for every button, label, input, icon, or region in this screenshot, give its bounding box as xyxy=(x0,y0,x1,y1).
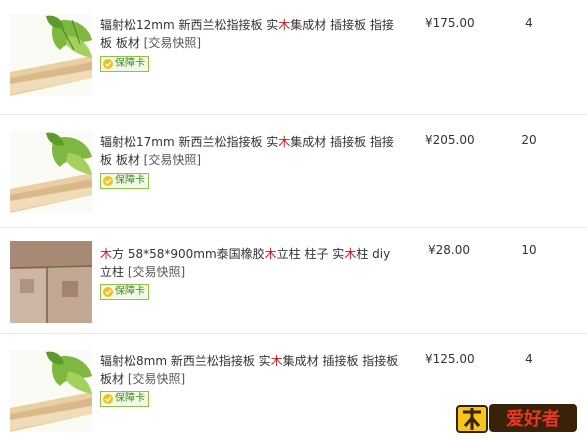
order-item-row: 辐射松12mm 新西兰松指接板 实木集成材 插接板 指接板 板材 [交易快照] … xyxy=(0,0,587,112)
row-divider xyxy=(0,114,587,115)
order-item-row: 木方 58*58*900mm泰国橡胶木立柱 柱子 实木柱 diy 立柱 [交易快… xyxy=(0,229,587,333)
guarantee-icon xyxy=(103,287,113,297)
trade-snapshot-link[interactable]: [交易快照] xyxy=(144,153,201,167)
quantity: 4 xyxy=(525,16,533,30)
product-title[interactable]: 辐射松8mm 新西兰松指接板 实木集成材 插接板 指接板 板材 [交易快照] xyxy=(100,352,400,388)
product-image-pine-board[interactable] xyxy=(10,131,92,213)
unit-price: ¥205.00 xyxy=(425,133,475,147)
guarantee-icon xyxy=(103,59,113,69)
badge-label: 保障卡 xyxy=(115,58,145,69)
badge-label: 保障卡 xyxy=(115,175,145,186)
quantity: 20 xyxy=(521,133,537,147)
guarantee-icon xyxy=(103,176,113,186)
guarantee-card-badge[interactable]: 保障卡 xyxy=(100,173,149,189)
product-image-pine-board[interactable] xyxy=(10,350,92,432)
badge-label: 保障卡 xyxy=(115,286,145,297)
guarantee-card-badge[interactable]: 保障卡 xyxy=(100,284,149,300)
trade-snapshot-link[interactable]: [交易快照] xyxy=(128,265,185,279)
guarantee-card-badge[interactable]: 保障卡 xyxy=(100,391,149,407)
unit-price: ¥28.00 xyxy=(428,243,470,257)
row-divider xyxy=(0,333,587,334)
product-title[interactable]: 木方 58*58*900mm泰国橡胶木立柱 柱子 实木柱 diy 立柱 [交易快… xyxy=(100,245,400,281)
product-image-rubberwood-posts[interactable] xyxy=(10,241,92,323)
trade-snapshot-link[interactable]: [交易快照] xyxy=(128,372,185,386)
svg-text:爱好者: 爱好者 xyxy=(506,408,560,430)
quantity: 10 xyxy=(521,243,537,257)
product-image-pine-board[interactable] xyxy=(10,14,92,96)
order-item-row: 辐射松17mm 新西兰松指接板 实木集成材 插接板 指接板 板材 [交易快照] … xyxy=(0,117,587,227)
guarantee-card-badge[interactable]: 保障卡 xyxy=(100,56,149,72)
product-title[interactable]: 辐射松17mm 新西兰松指接板 实木集成材 插接板 指接板 板材 [交易快照] xyxy=(100,133,400,169)
row-divider xyxy=(0,227,587,228)
product-title[interactable]: 辐射松12mm 新西兰松指接板 实木集成材 插接板 指接板 板材 [交易快照] xyxy=(100,16,400,52)
trade-snapshot-link[interactable]: [交易快照] xyxy=(144,36,201,50)
unit-price: ¥125.00 xyxy=(425,352,475,366)
woodworking-lover-logo-icon: 爱好者 xyxy=(456,404,577,433)
unit-price: ¥175.00 xyxy=(425,16,475,30)
badge-label: 保障卡 xyxy=(115,393,145,404)
guarantee-icon xyxy=(103,394,113,404)
quantity: 4 xyxy=(525,352,533,366)
